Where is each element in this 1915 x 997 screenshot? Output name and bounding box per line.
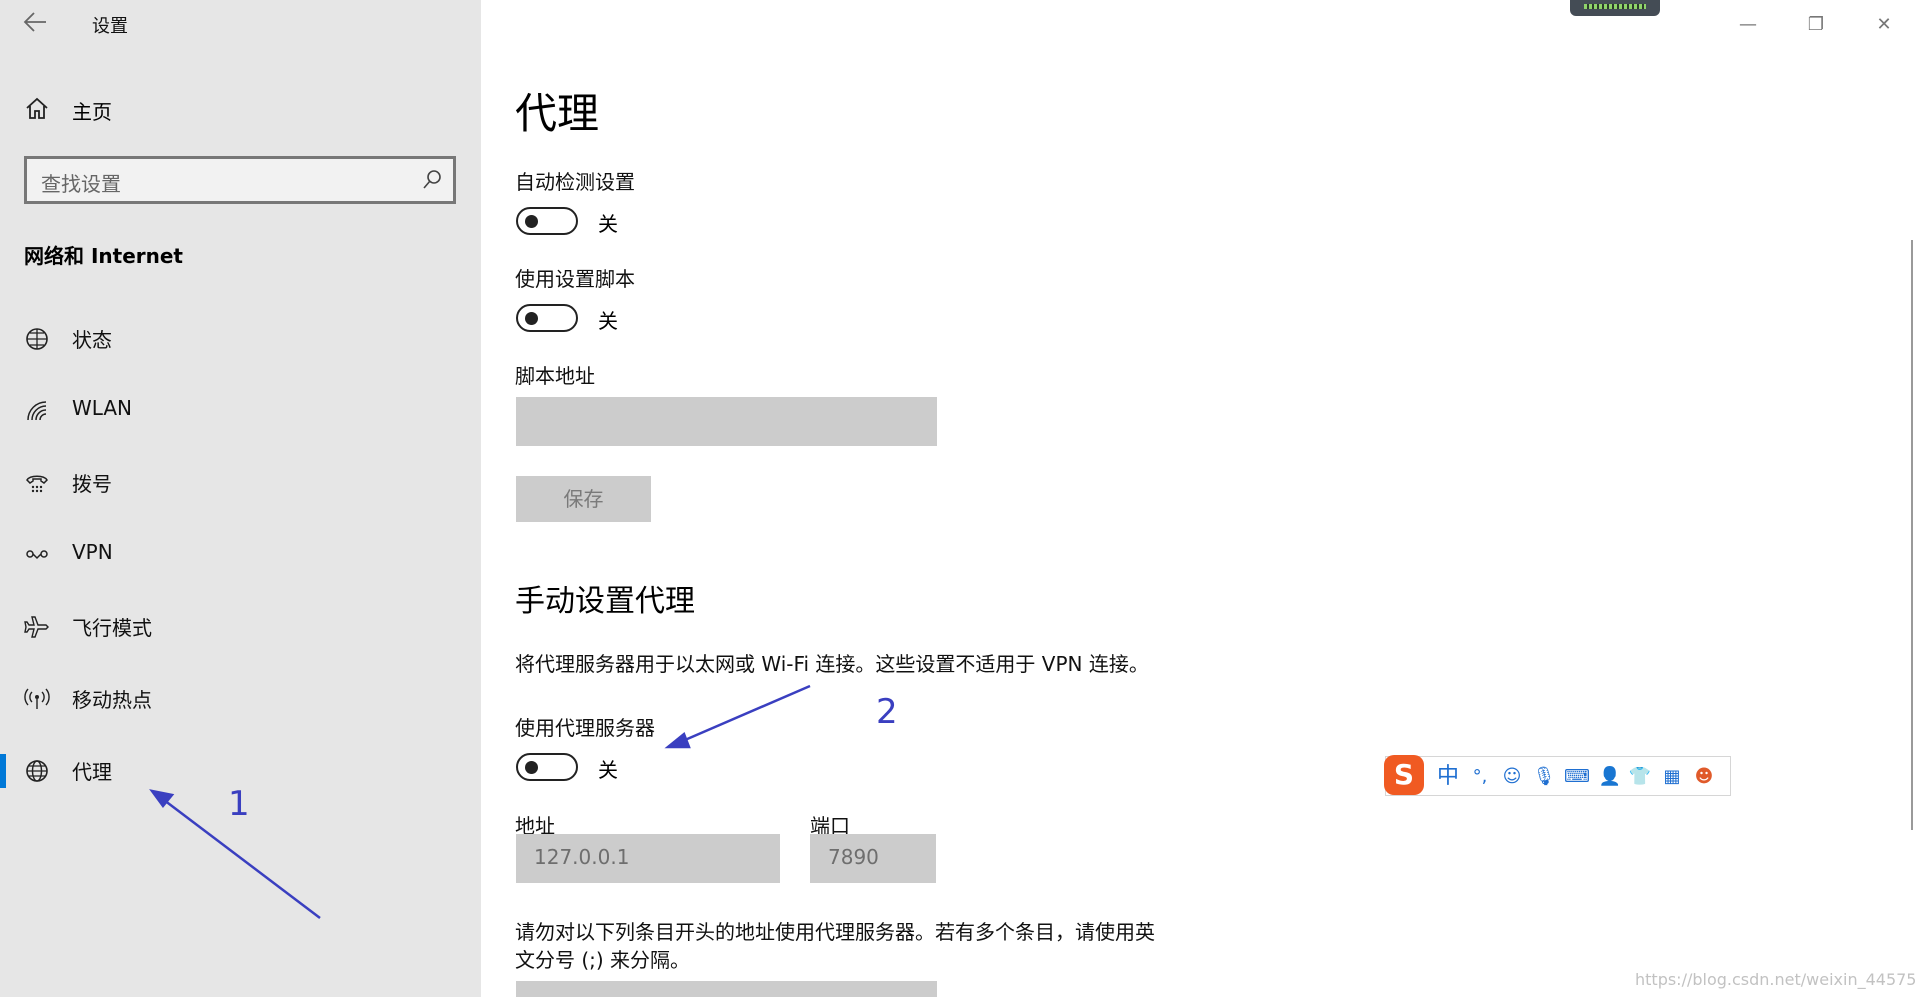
ime-toolbar[interactable]: S 中 °, ☺ 🎙 ⌨ 👤 👕 ▦ ☻ [1384, 755, 1731, 796]
watermark: https://blog.csdn.net/weixin_44575660 [1635, 970, 1915, 989]
annotation-arrow-2 [677, 684, 811, 745]
ime-logo[interactable]: S [1384, 755, 1424, 795]
annotation-arrows [149, 684, 811, 919]
annotation-label-2: 2 [876, 692, 898, 732]
skin-icon[interactable]: 👕 [1628, 765, 1652, 789]
toolbox-icon[interactable]: ▦ [1660, 765, 1684, 789]
mic-icon[interactable]: 🎙 [1532, 765, 1556, 789]
emoji-icon[interactable]: ☺ [1500, 765, 1524, 789]
annotation-label-1: 1 [228, 784, 250, 824]
ime-punct[interactable]: °, [1468, 765, 1492, 789]
mascot-icon[interactable]: ☻ [1692, 765, 1716, 789]
user-icon[interactable]: 👤 [1598, 765, 1622, 789]
keyboard-icon[interactable]: ⌨ [1564, 765, 1590, 789]
ime-mode[interactable]: 中 [1434, 765, 1462, 789]
